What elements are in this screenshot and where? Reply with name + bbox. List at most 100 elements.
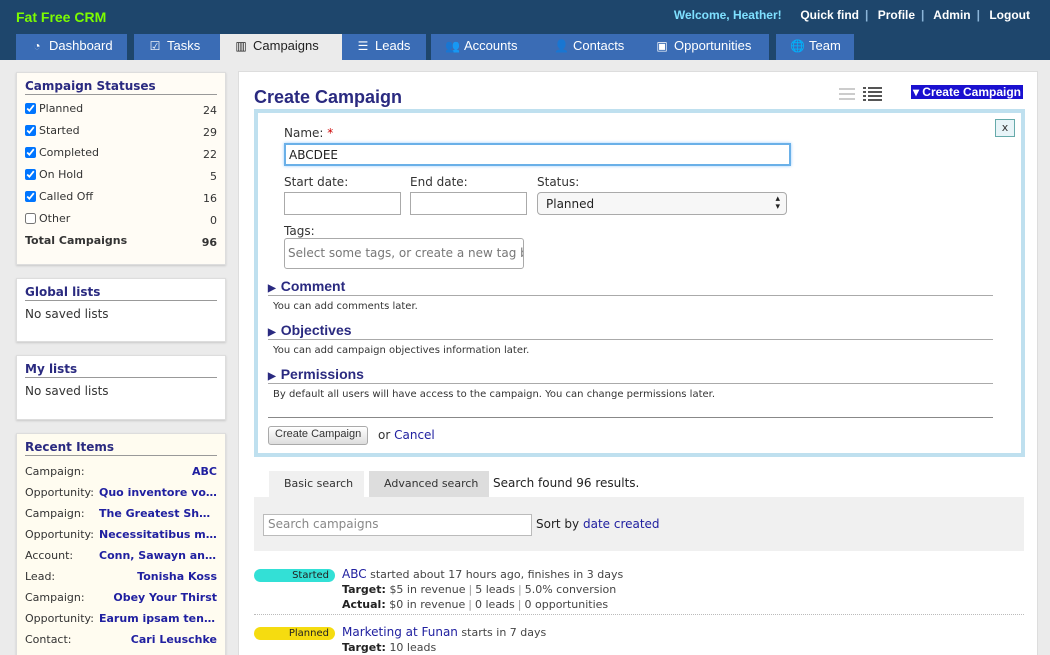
campaign-link[interactable]: ABC xyxy=(342,567,367,581)
recent-items-panel: Recent Items Campaign: ABC Opportunity: Qu… xyxy=(16,433,226,655)
panel-title: Global lists xyxy=(25,285,217,301)
tab-basic-search[interactable]: Basic search xyxy=(269,471,364,497)
logout-link[interactable]: Logout xyxy=(989,8,1030,22)
tab-campaigns[interactable]: ▥ Campaigns xyxy=(220,34,352,60)
panel-title: Campaign Statuses xyxy=(25,79,217,95)
permissions-section-toggle[interactable]: ▶ Permissions xyxy=(268,366,993,384)
status-checkbox[interactable] xyxy=(25,212,36,224)
tab-leads[interactable]: ☰ Leads xyxy=(342,34,426,60)
status-filter-started[interactable]: Started 29 xyxy=(25,123,217,145)
status-checkbox[interactable] xyxy=(25,168,36,180)
page-title: Create Campaign xyxy=(254,87,403,107)
recent-item[interactable]: Lead: Tonisha Koss xyxy=(25,567,217,588)
tab-dashboard[interactable]: ◔ Dashboard xyxy=(16,34,127,60)
sort-control: Sort by date created xyxy=(536,517,660,531)
tab-tasks[interactable]: ☑ Tasks xyxy=(134,34,227,60)
welcome-text: Welcome, Heather! xyxy=(673,8,782,22)
comment-section-toggle[interactable]: ▶ Comment xyxy=(268,278,993,296)
status-filter-planned[interactable]: Planned 24 xyxy=(25,101,217,123)
status-checkbox[interactable] xyxy=(25,102,36,114)
end-date-label: End date: xyxy=(410,175,468,189)
create-campaign-form: x Name: * ABCDEE Start date: End date: S… xyxy=(254,109,1025,457)
create-campaign-button[interactable]: Create Campaign xyxy=(268,426,369,445)
globe-icon: 🌐 xyxy=(790,39,805,53)
recent-item[interactable]: Opportunity: Quo inventore vo... xyxy=(25,483,217,504)
start-date-label: Start date: xyxy=(284,175,349,189)
status-checkbox[interactable] xyxy=(25,124,36,136)
name-input[interactable]: ABCDEE xyxy=(284,143,791,166)
expand-triangle-icon: ▶ xyxy=(268,371,276,382)
search-result-count: Search found 96 results. xyxy=(493,476,640,490)
long-view-icon[interactable] xyxy=(863,87,882,101)
recent-item[interactable]: Contact: Cari Leuschke xyxy=(25,630,217,651)
tab-team[interactable]: 🌐 Team xyxy=(776,34,854,60)
comment-section: ▶ Comment You can add comments later. xyxy=(268,278,993,312)
status-label: Status: xyxy=(537,175,580,189)
required-mark: * xyxy=(327,126,334,140)
end-date-input[interactable] xyxy=(410,192,527,215)
campaign-link[interactable]: Marketing at Funan xyxy=(342,625,458,639)
top-bar: Fat Free CRM Welcome, Heather! Quick fin… xyxy=(0,0,1050,60)
cancel-group: or Cancel xyxy=(378,428,435,442)
form-divider xyxy=(268,417,993,418)
main-content: Create Campaign ▾ Create Campaign x Name… xyxy=(238,71,1038,655)
select-arrows-icon: ▴ ▾ xyxy=(775,194,780,212)
panel-title: Recent Items xyxy=(25,440,217,456)
tags-input[interactable]: Select some tags, or create a new tag by xyxy=(284,238,524,269)
cancel-link[interactable]: Cancel xyxy=(394,428,435,442)
recent-item[interactable]: Campaign: ABC xyxy=(25,462,217,483)
profile-link[interactable]: Profile xyxy=(878,8,915,22)
my-lists-panel: My lists No saved lists xyxy=(16,355,226,420)
create-campaign-toggle[interactable]: ▾ Create Campaign xyxy=(910,85,1023,99)
status-select[interactable]: Planned ▴ ▾ xyxy=(537,192,787,215)
sort-option-link[interactable]: date created xyxy=(583,517,660,531)
start-date-input[interactable] xyxy=(284,192,401,215)
close-form-button[interactable]: x xyxy=(995,119,1015,137)
total-campaigns-row: Total Campaigns 96 xyxy=(25,234,217,249)
recent-item[interactable]: Account: Conn, Sawayn and... xyxy=(25,546,217,567)
global-lists-panel: Global lists No saved lists xyxy=(16,278,226,342)
bar-chart-icon: ▥ xyxy=(235,39,247,53)
objectives-section-toggle[interactable]: ▶ Objectives xyxy=(268,322,993,340)
permissions-section: ▶ Permissions By default all users will h… xyxy=(268,366,993,400)
tab-contacts[interactable]: 👤 Contacts xyxy=(540,34,645,60)
app-logo[interactable]: Fat Free CRM xyxy=(16,9,106,25)
name-label: Name: * xyxy=(284,126,334,140)
dashboard-icon: ◔ xyxy=(33,39,41,53)
money-icon: ▣ xyxy=(656,39,668,53)
recent-item[interactable]: Opportunity: Necessitatibus m... xyxy=(25,525,217,546)
tags-label: Tags: xyxy=(284,224,315,238)
expand-triangle-icon: ▶ xyxy=(268,327,276,338)
search-input[interactable]: Search campaigns xyxy=(263,514,532,536)
objectives-section: ▶ Objectives You can add campaign objecti… xyxy=(268,322,993,356)
recent-item[interactable]: Opportunity: Earum ipsam tene... xyxy=(25,609,217,630)
recent-item[interactable]: Campaign: Obey Your Thirst xyxy=(25,588,217,609)
status-filter-called-off[interactable]: Called Off 16 xyxy=(25,189,217,211)
status-filter-on-hold[interactable]: On Hold 5 xyxy=(25,167,217,189)
status-filter-other[interactable]: Other 0 xyxy=(25,211,217,233)
search-bar: Search campaigns Sort by date created xyxy=(254,497,1024,551)
check-icon: ☑ xyxy=(149,39,161,53)
section-description: You can add comments later. xyxy=(273,301,418,312)
quick-find-link[interactable]: Quick find xyxy=(800,8,859,22)
view-toggle xyxy=(839,86,883,105)
list-icon: ☰ xyxy=(357,39,369,53)
brief-view-icon[interactable] xyxy=(839,88,855,100)
tab-opportunities[interactable]: ▣ Opportunities xyxy=(641,34,769,60)
panel-title: My lists xyxy=(25,362,217,378)
status-badge: Started xyxy=(254,569,335,582)
status-checkbox[interactable] xyxy=(25,190,36,202)
section-description: You can add campaign objectives informat… xyxy=(273,345,530,356)
recent-item[interactable]: Campaign: The Greatest Sho... xyxy=(25,504,217,525)
tab-advanced-search[interactable]: Advanced search xyxy=(369,471,489,497)
users-icon: 👥 xyxy=(445,39,460,53)
admin-link[interactable]: Admin xyxy=(933,8,970,22)
expand-triangle-icon: ▶ xyxy=(268,283,276,294)
empty-text: No saved lists xyxy=(25,307,109,321)
status-badge: Planned xyxy=(254,627,335,640)
status-checkbox[interactable] xyxy=(25,146,36,158)
top-nav: Welcome, Heather! Quick find | Profile | A… xyxy=(673,8,1030,22)
tab-accounts[interactable]: 👥 Accounts xyxy=(431,34,547,60)
campaign-statuses-panel: Campaign Statuses Planned 24 Started 29 Co… xyxy=(16,72,226,265)
status-filter-completed[interactable]: Completed 22 xyxy=(25,145,217,167)
